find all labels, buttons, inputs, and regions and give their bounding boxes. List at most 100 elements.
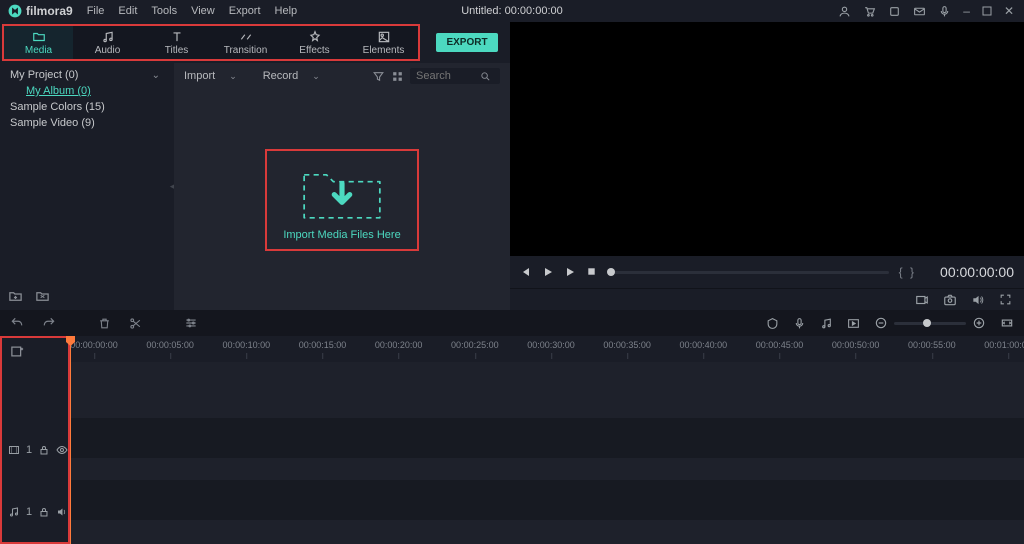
chevron-down-icon: ⌄ [152,70,160,81]
snapshot-icon[interactable] [943,293,957,307]
marker-icon[interactable] [766,317,779,330]
menu-tools[interactable]: Tools [151,5,177,17]
sidebar-item-label: Sample Video (9) [10,117,95,129]
library-sidebar: My Project (0) ⌄ My Album (0) Sample Col… [0,63,170,310]
sidebar-item-label: My Album (0) [26,85,91,97]
split-icon[interactable] [129,317,142,330]
sidebar-item-label: My Project (0) [10,69,78,81]
tab-audio-label: Audio [95,45,121,56]
zoom-fit-icon[interactable] [1000,316,1014,330]
search-input[interactable] [410,68,500,84]
tab-effects-label: Effects [299,45,329,56]
tab-audio[interactable]: Audio [73,26,142,59]
fullscreen-icon[interactable] [999,293,1012,306]
cart-icon[interactable] [863,5,876,18]
video-track-num: 1 [26,444,32,456]
audio-track-header[interactable]: 1 [2,492,68,532]
account-icon[interactable] [838,5,851,18]
lock-icon[interactable] [38,444,50,456]
mic-icon[interactable] [938,5,951,18]
ruler-tick: 00:00:50:00 [832,340,880,350]
record-label: Record [263,70,298,82]
ruler-tick: 00:00:45:00 [756,340,804,350]
zoom-slider[interactable] [894,322,966,325]
import-drop-zone[interactable]: Import Media Files Here [265,149,418,251]
menu-file[interactable]: File [87,5,105,17]
filter-icon[interactable] [372,70,385,83]
stop-icon[interactable] [586,266,597,278]
menu-export[interactable]: Export [229,5,261,17]
eye-icon[interactable] [56,444,68,456]
render-icon[interactable] [847,317,860,330]
library-tabs: Media Audio Titles Transition [2,24,420,61]
record-dropdown[interactable]: Record⌄ [263,70,320,82]
mark-inout-icon[interactable]: { } [899,265,916,279]
notify-icon[interactable] [888,5,901,18]
quality-icon[interactable] [915,293,929,307]
ruler-tick: 00:00:20:00 [375,340,423,350]
ruler-tick: 00:00:25:00 [451,340,499,350]
ruler-tick: 00:01:00:00 [984,340,1024,350]
ruler-tick: 00:00:00:00 [70,340,118,350]
ruler-tick: 00:00:10:00 [223,340,271,350]
maximize-icon[interactable] [982,6,992,16]
import-dropdown[interactable]: Import⌄ [184,70,237,82]
ruler-tick: 00:00:15:00 [299,340,347,350]
app-logo: filmora9 [0,4,81,18]
grid-view-icon[interactable] [391,70,404,83]
next-frame-icon[interactable] [564,266,576,278]
message-icon[interactable] [913,5,926,18]
import-label: Import [184,70,215,82]
tab-elements[interactable]: Elements [349,26,418,59]
sidebar-item-my-album[interactable]: My Album (0) [10,83,170,99]
preview-scrubber[interactable] [607,271,889,274]
manage-tracks-icon[interactable] [10,344,25,359]
tab-effects[interactable]: Effects [280,26,349,59]
prev-frame-icon[interactable] [520,266,532,278]
tab-elements-label: Elements [363,45,405,56]
audio-mixer-icon[interactable] [820,317,833,330]
close-icon[interactable]: ✕ [1004,4,1014,18]
playhead[interactable] [70,336,71,544]
mute-icon[interactable] [56,506,68,518]
delete-icon[interactable] [98,317,111,330]
menu-view[interactable]: View [191,5,215,17]
export-button[interactable]: EXPORT [436,33,497,52]
video-track-header[interactable]: 1 [2,430,68,470]
edit-tools-icon[interactable] [184,316,198,330]
zoom-in-icon[interactable] [972,316,986,330]
ruler-tick: 00:00:05:00 [146,340,194,350]
sidebar-item-my-project[interactable]: My Project (0) ⌄ [10,67,170,83]
search-icon [480,71,491,82]
preview-timecode: 00:00:00:00 [926,264,1014,280]
timeline-toolbar [0,310,1024,336]
tab-transition[interactable]: Transition [211,26,280,59]
undo-icon[interactable] [10,316,24,330]
folder-download-icon [299,161,385,223]
minimize-icon[interactable]: – [963,4,970,18]
volume-icon[interactable] [971,293,985,307]
voiceover-icon[interactable] [793,317,806,330]
menu-edit[interactable]: Edit [118,5,137,17]
timeline-ruler[interactable]: 00:00:00:00 00:00:05:00 00:00:10:00 00:00:1… [70,336,1024,362]
ruler-tick: 00:00:35:00 [603,340,651,350]
menu-help[interactable]: Help [275,5,298,17]
import-drop-label: Import Media Files Here [283,229,400,241]
ruler-tick: 00:00:40:00 [680,340,728,350]
audio-track-icon [8,506,20,518]
redo-icon[interactable] [42,316,56,330]
new-folder-icon[interactable] [8,289,23,304]
sidebar-item-sample-colors[interactable]: Sample Colors (15) [10,99,170,115]
delete-folder-icon[interactable] [35,289,50,304]
play-icon[interactable] [542,266,554,278]
app-name: filmora9 [26,4,73,18]
sidebar-item-sample-video[interactable]: Sample Video (9) [10,115,170,131]
video-track-icon [8,444,20,456]
zoom-out-icon[interactable] [874,316,888,330]
lock-icon[interactable] [38,506,50,518]
tab-titles[interactable]: Titles [142,26,211,59]
sidebar-item-label: Sample Colors (15) [10,101,105,113]
tab-media[interactable]: Media [4,26,73,59]
menu-bar: filmora9 File Edit Tools View Export Hel… [0,0,1024,22]
track-area[interactable] [70,362,1024,544]
